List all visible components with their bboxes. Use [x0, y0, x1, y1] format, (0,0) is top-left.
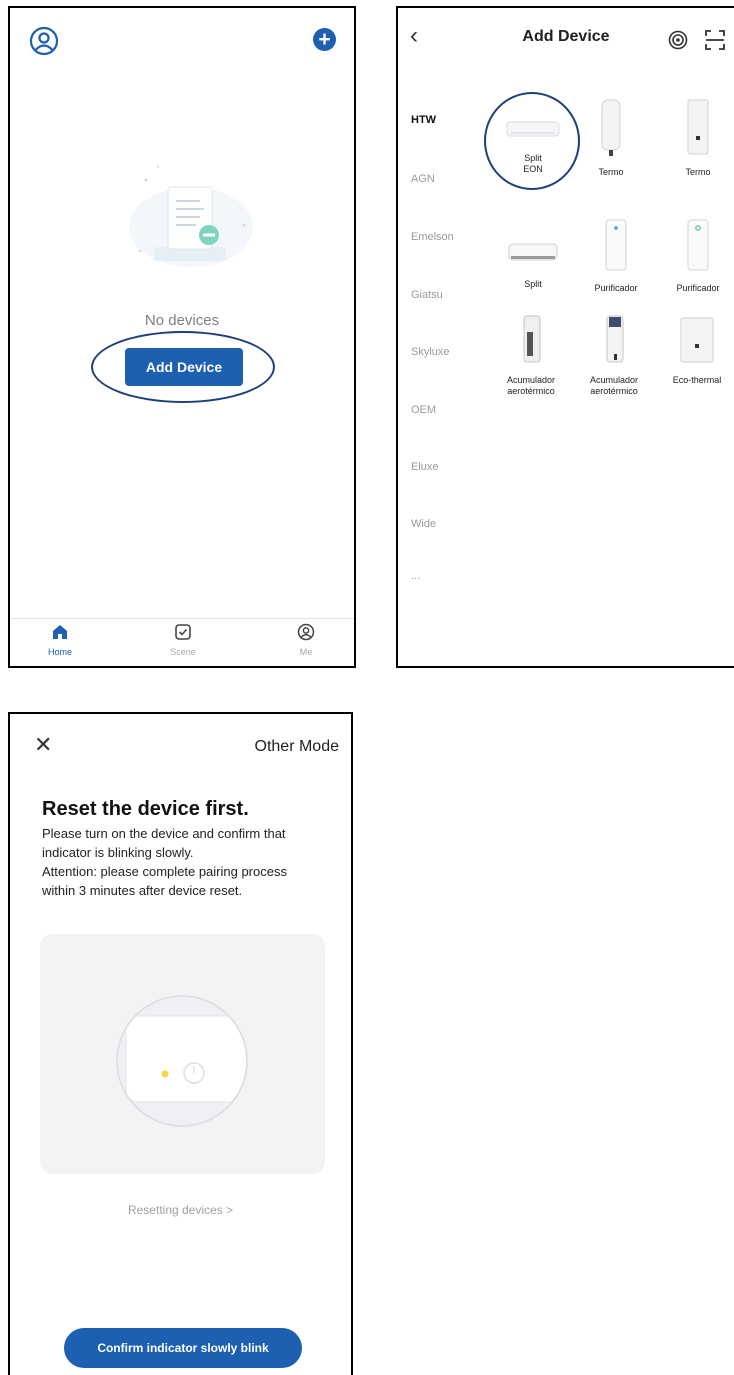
home-icon: [51, 623, 69, 641]
instruction-line: within 3 minutes after device reset.: [42, 883, 243, 898]
tab-label-home: Home: [47, 647, 72, 657]
brand-item-oem[interactable]: OEM: [411, 404, 436, 416]
boiler-icon: [652, 314, 734, 371]
reset-device-screen: ✕ Other Mode Reset the device first. Ple…: [8, 712, 353, 1375]
checkbox-icon: [174, 623, 192, 641]
air-purifier-icon: [571, 218, 661, 279]
device-label: Purificador: [594, 283, 638, 293]
water-heater-flat-icon: [653, 98, 734, 163]
add-device-screen: ‹ Add Device HTW AGN Emelson Giatsu Skyl…: [396, 6, 734, 668]
device-acumulador-2[interactable]: Acumulador aerotérmico: [569, 314, 659, 397]
target-scan-icon[interactable]: [668, 30, 688, 50]
tab-label-scene: Scene: [170, 647, 196, 657]
user-circle-icon: [297, 623, 315, 641]
confirm-indicator-button[interactable]: Confirm indicator slowly blink: [64, 1328, 302, 1368]
device-label: Split: [524, 279, 542, 289]
other-mode-link[interactable]: Other Mode: [255, 738, 339, 756]
instruction-line: Please turn on the device and confirm th…: [42, 826, 286, 841]
device-split[interactable]: Split: [488, 234, 578, 290]
air-purifier-icon: [653, 218, 734, 279]
tab-me[interactable]: Me: [276, 623, 336, 657]
instruction-line: Attention: please complete pairing proce…: [42, 864, 287, 879]
split-ac-icon: [488, 234, 578, 275]
device-purificador-2[interactable]: Purificador: [653, 218, 734, 294]
split-ac-icon: [488, 112, 578, 149]
water-heater-icon: [566, 98, 656, 163]
tab-label-me: Me: [299, 647, 313, 657]
indicator-light: [161, 1070, 169, 1078]
brand-item-skyluxe[interactable]: Skyluxe: [411, 346, 450, 358]
device-termo-1[interactable]: Termo: [566, 98, 656, 178]
brand-item-emelson[interactable]: Emelson: [411, 231, 454, 243]
no-devices-text: No devices: [144, 312, 220, 329]
resetting-devices-link[interactable]: Resetting devices >: [10, 1203, 351, 1217]
add-device-button[interactable]: Add Device: [125, 348, 243, 386]
tab-scene[interactable]: Scene: [153, 623, 213, 657]
device-purificador-1[interactable]: Purificador: [571, 218, 661, 294]
heat-pump-icon: [486, 314, 576, 371]
device-label: Acumulador aerotérmico: [589, 375, 639, 396]
device-reset-illustration: [116, 995, 248, 1127]
brand-item-giatsu[interactable]: Giatsu: [411, 289, 443, 301]
brand-item-more[interactable]: ...: [411, 570, 420, 582]
device-acumulador-1[interactable]: Acumulador aerotérmico: [486, 314, 576, 397]
device-split-eon[interactable]: Split EON: [488, 112, 578, 175]
brand-item-wide[interactable]: Wide: [411, 518, 436, 530]
device-label: Termo: [685, 167, 711, 177]
reset-illustration-card: [40, 934, 325, 1174]
empty-document-illustration: [116, 155, 266, 280]
heat-pump-icon: [569, 314, 659, 371]
device-label: Eco-thermal: [672, 375, 722, 385]
device-label: Split EON: [523, 153, 543, 174]
tab-home[interactable]: Home: [30, 623, 90, 657]
add-plus-icon[interactable]: +: [313, 28, 336, 51]
device-termo-2[interactable]: Termo: [653, 98, 734, 178]
brand-item-eluxe[interactable]: Eluxe: [411, 461, 439, 473]
device-eco-thermal[interactable]: Eco-thermal: [652, 314, 734, 386]
qr-scan-icon[interactable]: [704, 29, 726, 51]
reset-instructions: Please turn on the device and confirm th…: [42, 824, 332, 900]
close-icon[interactable]: ✕: [34, 734, 52, 756]
home-screen: + No devices Add Device Home Scene Me: [8, 6, 356, 668]
page-title: Reset the device first.: [42, 798, 249, 820]
device-label: Purificador: [676, 283, 720, 293]
user-avatar-icon[interactable]: [29, 26, 59, 56]
bottom-tab-bar: Home Scene Me: [10, 618, 354, 666]
device-label: Acumulador aerotérmico: [506, 375, 556, 396]
brand-item-agn[interactable]: AGN: [411, 173, 435, 185]
device-label: Termo: [598, 167, 624, 177]
instruction-line: indicator is blinking slowly.: [42, 845, 194, 860]
brand-item-htw[interactable]: HTW: [411, 114, 436, 126]
